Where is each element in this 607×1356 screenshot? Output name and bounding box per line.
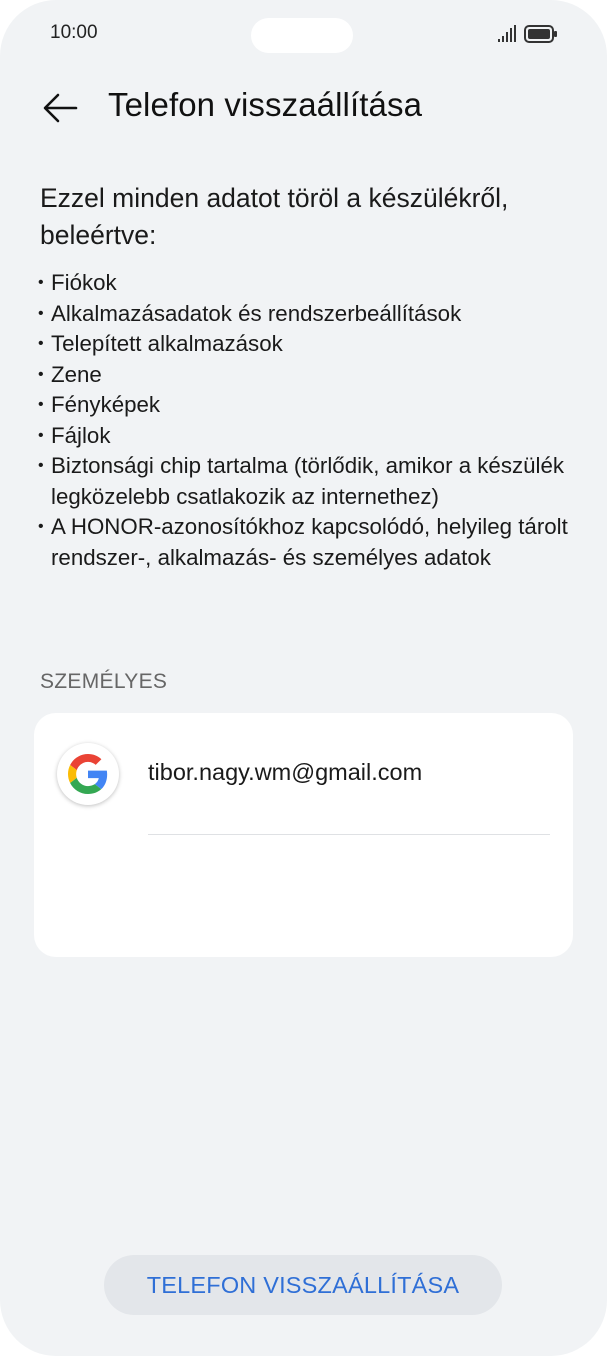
google-icon [68, 754, 108, 794]
intro-text: Ezzel minden adatot töröl a készülékről,… [40, 183, 509, 250]
list-item: A HONOR-azonosítókhoz kapcsolódó, helyil… [38, 512, 578, 573]
list-item: Fiókok [38, 268, 578, 299]
accounts-card: tibor.nagy.wm@gmail.com [34, 713, 573, 957]
phone-screen: 10:00 Telefon visszaállítása Ezzel minde… [0, 0, 607, 1356]
google-account-avatar [57, 743, 119, 805]
reset-phone-button[interactable]: TELEFON VISSZAÁLLÍTÁSA [104, 1255, 502, 1315]
signal-icon [498, 25, 516, 42]
status-bar: 10:00 [0, 0, 607, 70]
list-item: Biztonsági chip tartalma (törlődik, amik… [38, 451, 578, 512]
list-item: Alkalmazásadatok és rendszerbeállítások [38, 299, 578, 330]
list-item: Fényképek [38, 390, 578, 421]
data-items-list: Fiókok Alkalmazásadatok és rendszerbeáll… [38, 268, 578, 573]
account-email[interactable]: tibor.nagy.wm@gmail.com [148, 759, 422, 786]
arrow-left-icon[interactable] [40, 90, 80, 126]
section-heading-personal: SZEMÉLYES [40, 670, 168, 693]
status-time: 10:00 [50, 22, 98, 43]
camera-notch [251, 18, 353, 53]
page-title: Telefon visszaállítása [108, 86, 423, 123]
list-item: Zene [38, 360, 578, 391]
list-item: Fájlok [38, 421, 578, 452]
list-item: Telepített alkalmazások [38, 329, 578, 360]
app-header: Telefon visszaállítása [0, 78, 607, 138]
divider [148, 834, 550, 835]
battery-icon [524, 25, 557, 43]
